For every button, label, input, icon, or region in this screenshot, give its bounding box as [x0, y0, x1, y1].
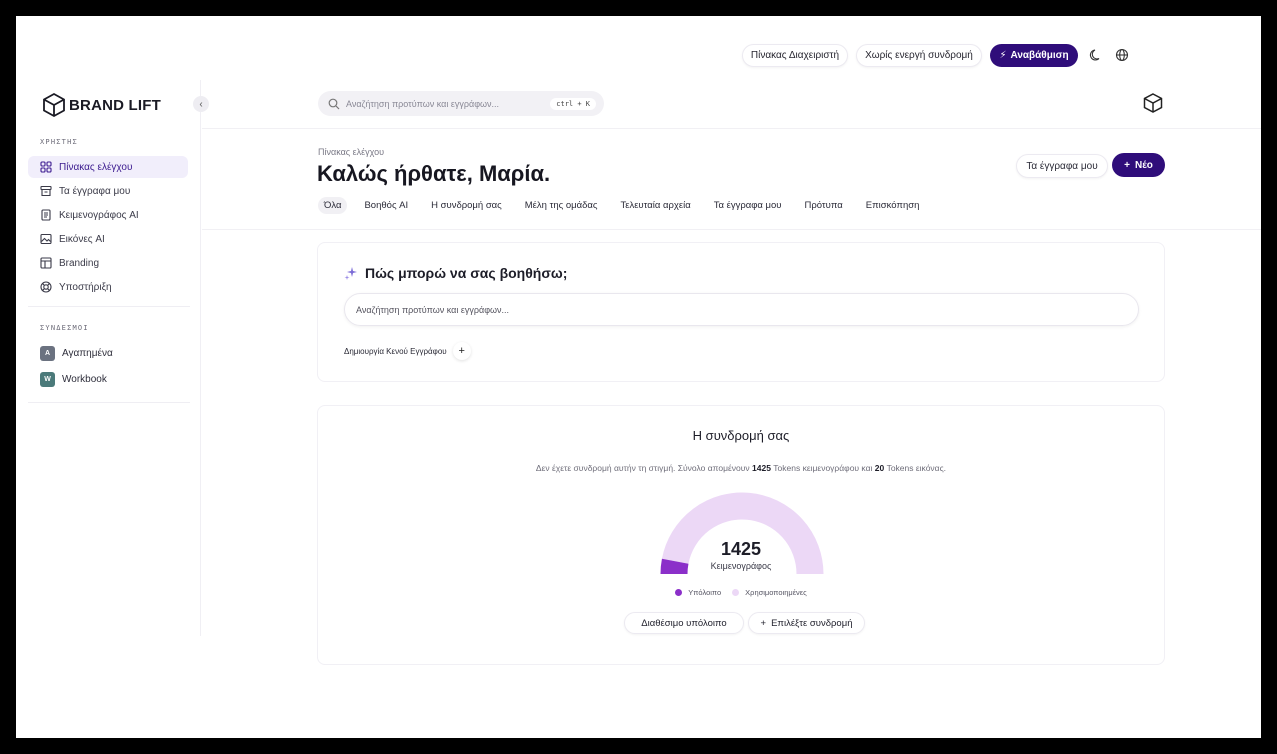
available-balance-button[interactable]: Διαθέσιμο υπόλοιπο [624, 612, 744, 634]
text-tokens-count: 1425 [752, 463, 771, 473]
tab-subscription[interactable]: Η συνδρομή σας [425, 197, 508, 214]
image-tokens-count: 20 [874, 463, 885, 473]
tab-templates[interactable]: Πρότυπα [798, 197, 848, 214]
sidebar-link-favorites[interactable]: A Αγαπημένα [40, 346, 113, 361]
page-title: Καλώς ήρθατε, Μαρία. [317, 161, 551, 186]
sidebar-item-label: Τα έγγραφα μου [59, 185, 131, 197]
tab-recent-files[interactable]: Τελευταία αρχεία [614, 197, 696, 214]
legend-remaining[interactable]: Υπόλοιπο [675, 588, 721, 597]
new-button-label: Νέο [1135, 159, 1153, 171]
sidebar-item-my-documents[interactable]: Τα έγγραφα μου [28, 180, 188, 202]
help-card: Πώς μπορώ να σας βοηθήσω; Αναζήτηση προτ… [317, 242, 1165, 382]
link-avatar: A [40, 346, 55, 361]
help-title-text: Πώς μπορώ να σας βοηθήσω; [365, 265, 568, 281]
sidebar-item-label: Branding [59, 257, 100, 269]
new-button[interactable]: + Νέο [1112, 153, 1165, 177]
create-blank-document-label: Δημιουργία Κενού Εγγράφου [344, 346, 447, 356]
sidebar-item-dashboard[interactable]: Πίνακας ελέγχου [28, 156, 188, 178]
legend-dot [675, 589, 683, 596]
brand-logo[interactable]: BRAND LIFT [41, 92, 161, 118]
tab-my-documents[interactable]: Τα έγγραφα μου [708, 197, 788, 214]
legend-label: Υπόλοιπο [688, 588, 722, 597]
legend-dot [732, 589, 740, 596]
sidebar-item-label: Υποστήριξη [59, 281, 112, 293]
user-avatar-cube-icon[interactable] [1142, 92, 1164, 114]
sidebar-item-label: Εικόνες AI [59, 233, 105, 245]
sidebar-item-label: Κειμενογράφος AI [59, 209, 139, 221]
legend-used[interactable]: Χρησιμοποιημένες [732, 588, 807, 597]
breadcrumb[interactable]: Πίνακας ελέγχου [318, 147, 384, 157]
help-search-input[interactable]: Αναζήτηση προτύπων και εγγράφων... [344, 293, 1139, 326]
globe-icon[interactable] [1115, 48, 1129, 62]
choose-subscription-button[interactable]: + Επιλέξτε συνδρομή [748, 612, 865, 634]
plus-icon: + [1124, 159, 1130, 171]
sidebar-link-workbook[interactable]: W Workbook [40, 372, 107, 387]
sidebar: BRAND LIFT ΧΡΗΣΤΗΣ Πίνακας ελέγχου Τα έγ… [16, 80, 201, 636]
sidebar-item-branding[interactable]: Branding [28, 252, 188, 274]
link-avatar: W [40, 372, 55, 387]
subscription-card: Η συνδρομή σας Δεν έχετε συνδρομή αυτήν … [317, 405, 1165, 665]
help-title: Πώς μπορώ να σας βοηθήσω; [344, 265, 567, 281]
search-icon [328, 98, 340, 109]
subscription-title: Η συνδρομή σας [692, 428, 790, 443]
header-divider [202, 229, 1261, 230]
sidebar-link-label: Workbook [62, 374, 107, 385]
topbar: Αναζήτηση προτύπων και εγγράφων... ctrl … [202, 80, 1261, 129]
section-label-links: ΣΥΝΔΕΣΜΟΙ [40, 324, 89, 332]
grid-icon [40, 161, 52, 173]
tab-all[interactable]: Όλα [318, 197, 348, 214]
dashboard-tabs: Όλα Βοηθός AI Η συνδρομή σας Μέλη της ομ… [318, 197, 936, 214]
gauge-legend: Υπόλοιπο Χρησιμοποιημένες [318, 588, 1164, 597]
sidebar-link-label: Αγαπημένα [62, 348, 113, 359]
tab-ai-assistant[interactable]: Βοηθός AI [358, 197, 414, 214]
plus-icon: + [452, 342, 471, 360]
no-subscription-button[interactable]: Χωρίς ενεργή συνδρομή [856, 44, 982, 67]
section-label-user: ΧΡΗΣΤΗΣ [40, 138, 78, 146]
tab-team-members[interactable]: Μέλη της ομάδας [519, 197, 604, 214]
sidebar-item-support[interactable]: Υποστήριξη [28, 276, 188, 298]
moon-icon[interactable] [1089, 48, 1103, 62]
sidebar-item-label: Πίνακας ελέγχου [59, 161, 133, 173]
app-window: BRAND LIFT ΧΡΗΣΤΗΣ Πίνακας ελέγχου Τα έγ… [16, 16, 1261, 738]
legend-label: Χρησιμοποιημένες [745, 588, 807, 597]
document-icon [41, 209, 51, 221]
sidebar-divider [28, 402, 190, 403]
chevron-left-icon: ‹ [199, 98, 203, 110]
sidebar-item-ai-images[interactable]: Εικόνες AI [28, 228, 188, 250]
lightning-icon: ⚡ [999, 50, 1007, 61]
upgrade-label: Αναβάθμιση [1010, 50, 1069, 61]
gauge-value: 1425 [720, 539, 762, 559]
sidebar-divider [28, 306, 190, 307]
my-documents-button[interactable]: Τα έγγραφα μου [1016, 154, 1108, 178]
cube-logo-icon [43, 92, 65, 118]
global-search-input[interactable]: Αναζήτηση προτύπων και εγγράφων... ctrl … [318, 91, 604, 116]
create-blank-document-button[interactable]: Δημιουργία Κενού Εγγράφου + [344, 342, 471, 360]
lifebuoy-icon [40, 281, 52, 293]
collapse-sidebar-button[interactable]: ‹ [193, 96, 209, 112]
image-icon [40, 233, 52, 245]
plus-icon: + [760, 617, 767, 629]
admin-panel-button[interactable]: Πίνακας Διαχειριστή [742, 44, 848, 67]
archive-icon [40, 185, 52, 197]
subscription-description: Δεν έχετε συνδρομή αυτήν τη στιγμή. Σύνο… [535, 463, 947, 473]
choose-subscription-label: Επιλέξτε συνδρομή [771, 617, 853, 629]
upgrade-button[interactable]: ⚡ Αναβάθμιση [990, 44, 1078, 67]
sparkles-icon [344, 267, 357, 280]
tab-overview[interactable]: Επισκόπηση [860, 197, 926, 214]
brand-name: BRAND LIFT [69, 96, 161, 114]
gauge-label: Κειμενογράφος [710, 561, 772, 571]
sidebar-item-ai-writer[interactable]: Κειμενογράφος AI [28, 204, 188, 226]
layout-icon [40, 257, 52, 269]
search-shortcut: ctrl + K [550, 97, 596, 110]
search-placeholder: Αναζήτηση προτύπων και εγγράφων... [346, 98, 500, 109]
